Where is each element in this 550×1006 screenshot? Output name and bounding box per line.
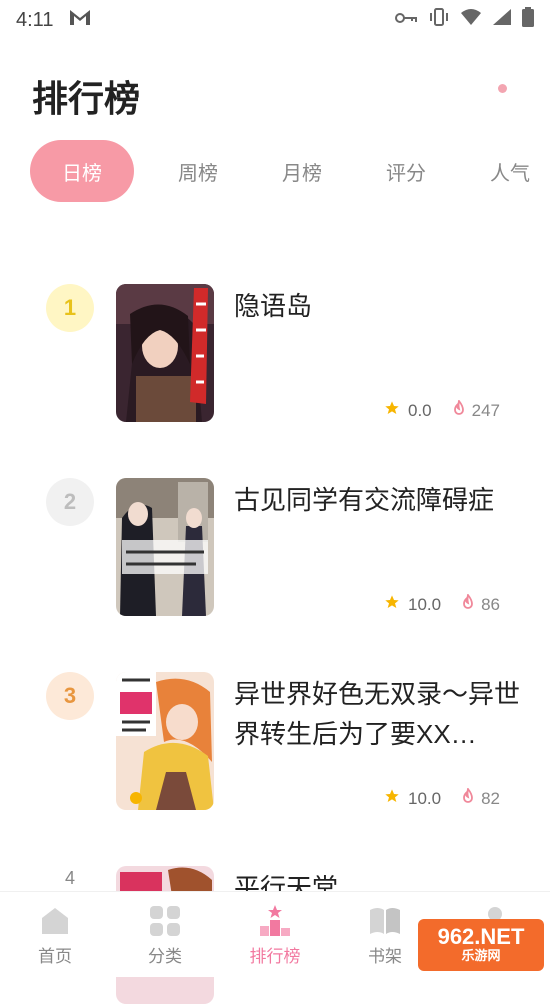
book-popularity: 247 <box>471 400 501 420</box>
clock: 4:11 <box>16 8 54 31</box>
book-popularity: 86 <box>481 594 501 614</box>
book-score: 0.0 <box>408 400 432 420</box>
tab-weekly[interactable]: 周榜 <box>146 140 250 202</box>
rank-list-item[interactable]: 2 古见同学有交流障碍症 10.0 86 <box>0 478 550 618</box>
wifi-icon <box>460 8 482 32</box>
book-title[interactable]: 古见同学有交流障碍症 <box>234 480 524 520</box>
rank-period-tabs: 日榜 周榜 月榜 评分 人气 <box>30 140 550 202</box>
tab-rating[interactable]: 评分 <box>354 140 458 202</box>
rank-list-item[interactable]: 1 隐语岛 0.0 247 <box>0 284 550 424</box>
nav-ranking[interactable]: 排行榜 <box>220 892 330 977</box>
rank-badge: 3 <box>46 672 94 720</box>
nav-label: 首页 <box>38 947 72 966</box>
rank-badge: 2 <box>46 478 94 526</box>
book-cover[interactable] <box>116 478 214 616</box>
fire-icon <box>461 787 475 809</box>
book-cover[interactable] <box>116 284 214 422</box>
tab-monthly[interactable]: 月榜 <box>250 140 354 202</box>
book-score: 10.0 <box>408 594 442 614</box>
book-title[interactable]: 隐语岛 <box>234 286 524 326</box>
nav-label: 排行榜 <box>249 947 301 966</box>
book-cover[interactable] <box>116 672 214 810</box>
battery-icon <box>522 7 534 33</box>
rank-badge: 4 <box>64 867 75 888</box>
notification-dot[interactable] <box>498 84 507 93</box>
bookshelf-icon <box>370 908 400 934</box>
book-stats: 0.0 247 <box>384 399 514 421</box>
site-watermark: 962.NET 乐游网 <box>418 919 544 971</box>
ranking-icon <box>260 905 290 936</box>
tab-popularity[interactable]: 人气 <box>458 140 550 202</box>
watermark-sub: 乐游网 <box>461 948 501 963</box>
vibrate-icon <box>428 7 450 33</box>
book-title[interactable]: 异世界好色无双录～异世界转生后为了要XX… <box>234 674 524 754</box>
vpn-key-icon <box>394 9 418 32</box>
fire-icon <box>452 399 466 421</box>
status-bar: 4:11 <box>0 0 550 40</box>
home-icon <box>42 908 68 934</box>
rank-list-item[interactable]: 3 异世界好色无双录～异世界转生后为了要XX… 10.0 82 <box>0 672 550 812</box>
fire-icon <box>461 593 475 615</box>
star-icon <box>384 400 400 421</box>
page-title: 排行榜 <box>32 78 141 119</box>
nav-label: 书架 <box>368 947 402 966</box>
category-icon <box>150 906 180 936</box>
nav-category[interactable]: 分类 <box>110 892 220 977</box>
rank-badge: 1 <box>46 284 94 332</box>
watermark-main: 962.NET <box>437 924 525 949</box>
book-popularity: 82 <box>481 788 501 808</box>
book-stats: 10.0 86 <box>384 593 514 615</box>
tab-daily[interactable]: 日榜 <box>30 140 134 202</box>
book-stats: 10.0 82 <box>384 787 514 809</box>
book-score: 10.0 <box>408 788 442 808</box>
star-icon <box>384 788 400 809</box>
gmail-icon <box>69 8 91 32</box>
nav-label: 分类 <box>148 947 182 966</box>
signal-icon <box>492 8 512 32</box>
star-icon <box>384 594 400 615</box>
nav-home[interactable]: 首页 <box>0 892 110 977</box>
